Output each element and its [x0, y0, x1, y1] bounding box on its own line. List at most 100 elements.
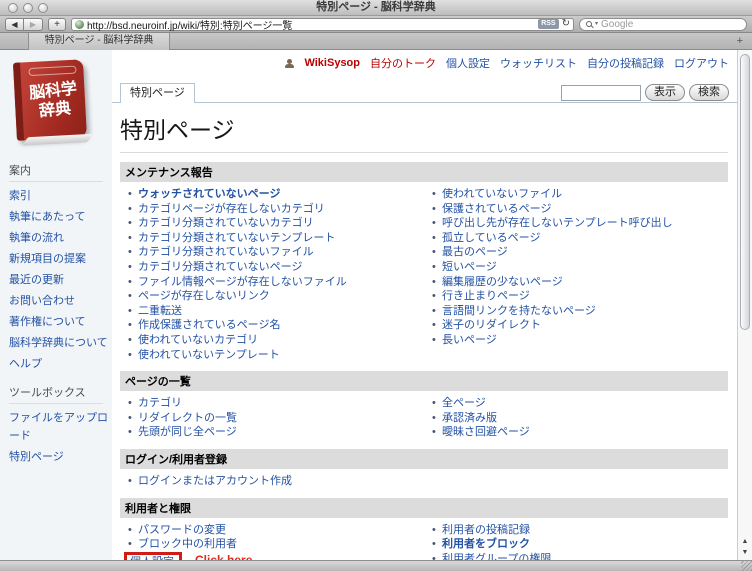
rss-button[interactable]: RSS	[538, 19, 558, 29]
list-item: 迷子のリダイレクト	[432, 318, 728, 333]
browser-tab[interactable]: 特別ページ - 脳科学辞典	[28, 33, 170, 50]
scroll-up-icon[interactable]: ▲	[738, 537, 752, 547]
sidebar-link-新規項目の提案[interactable]: 新規項目の提案	[9, 253, 86, 265]
list-item: 二重転送	[128, 304, 424, 319]
special-link-最古のページ[interactable]: 最古のページ	[442, 246, 508, 258]
list-item: 保護されているページ	[432, 202, 728, 217]
sidebar-link-お問い合わせ[interactable]: お問い合わせ	[9, 295, 75, 307]
special-link-リダイレクトの一覧[interactable]: リダイレクトの一覧	[138, 412, 237, 424]
special-link-使われていないテンプレート[interactable]: 使われていないテンプレート	[138, 349, 280, 361]
special-link-迷子のリダイレクト[interactable]: 迷子のリダイレクト	[442, 319, 541, 331]
sidebar-link-脳科学辞典について[interactable]: 脳科学辞典について	[9, 337, 108, 349]
url-text[interactable]: http://bsd.neuroinf.jp/wiki/特別:特別ページ一覧	[87, 17, 535, 32]
sidebar-link-執筆にあたって[interactable]: 執筆にあたって	[9, 211, 85, 223]
special-link-編集履歴の少ないページ[interactable]: 編集履歴の少ないページ	[442, 276, 563, 288]
list-item: カテゴリ分類されていないファイル	[128, 245, 424, 260]
personal-link-WikiSysop[interactable]: WikiSysop	[304, 57, 360, 69]
special-link-利用者グループの権限[interactable]: 利用者グループの権限	[442, 553, 551, 560]
list-item: 利用者の投稿記録	[432, 523, 728, 538]
special-link-使われていないファイル[interactable]: 使われていないファイル	[442, 188, 562, 200]
special-link-曖昧さ回避ページ[interactable]: 曖昧さ回避ページ	[442, 426, 530, 438]
scroll-down-icon[interactable]: ▼	[738, 548, 752, 558]
sidebar-link-著作権について[interactable]: 著作権について	[9, 316, 86, 328]
special-link-短いページ[interactable]: 短いページ	[442, 261, 497, 273]
address-bar[interactable]: http://bsd.neuroinf.jp/wiki/特別:特別ページ一覧 R…	[71, 18, 574, 31]
search-engine-caret-icon[interactable]: ▾	[595, 21, 598, 27]
personal-link-自分の投稿記録[interactable]: 自分の投稿記録	[587, 55, 664, 71]
special-link-作成保護されているページ名[interactable]: 作成保護されているページ名	[138, 319, 280, 331]
add-bookmark-button[interactable]: +	[48, 18, 66, 31]
browser-search-field[interactable]: ▾ Google	[579, 18, 747, 31]
special-link-二重転送[interactable]: 二重転送	[138, 305, 182, 317]
wiki-search-input[interactable]	[561, 85, 641, 101]
special-link-保護されているページ[interactable]: 保護されているページ	[442, 203, 551, 215]
special-link-ブロック中の利用者[interactable]: ブロック中の利用者	[138, 538, 237, 550]
zoom-window-button[interactable]	[38, 3, 48, 13]
special-link-ウォッチされていないページ[interactable]: ウォッチされていないページ	[138, 188, 280, 200]
sidebar-link-執筆の流れ[interactable]: 執筆の流れ	[9, 232, 64, 244]
list-item: 利用者をブロック	[432, 537, 728, 552]
sidebar-link-ヘルプ[interactable]: ヘルプ	[9, 358, 42, 370]
forward-button[interactable]: ▶	[24, 18, 43, 31]
special-link-カテゴリ分類されていないカテゴリ[interactable]: カテゴリ分類されていないカテゴリ	[138, 217, 314, 229]
close-window-button[interactable]	[8, 3, 18, 13]
special-link-先頭が同じ全ページ[interactable]: 先頭が同じ全ページ	[138, 426, 237, 438]
special-link-承認済み版[interactable]: 承認済み版	[442, 412, 497, 424]
special-link-孤立しているページ[interactable]: 孤立しているページ	[442, 232, 540, 244]
special-link-カテゴリ[interactable]: カテゴリ	[138, 397, 182, 409]
special-link-カテゴリ分類されていないファイル[interactable]: カテゴリ分類されていないファイル	[138, 246, 314, 258]
special-link-長いページ[interactable]: 長いページ	[442, 334, 497, 346]
list-item: 先頭が同じ全ページ	[128, 425, 424, 440]
search-placeholder[interactable]: Google	[601, 19, 633, 30]
special-link-カテゴリ分類されていないページ[interactable]: カテゴリ分類されていないページ	[138, 261, 302, 273]
list-item: 承認済み版	[432, 411, 728, 426]
special-list-left: パスワードの変更ブロック中の利用者個人設定Click here利用者の一覧利用者…	[120, 523, 424, 561]
personal-link-自分のトーク[interactable]: 自分のトーク	[370, 55, 436, 71]
sidebar-link-最近の更新[interactable]: 最近の更新	[9, 274, 64, 286]
special-link-全ページ[interactable]: 全ページ	[442, 397, 486, 409]
list-item: リダイレクトの一覧	[128, 411, 424, 426]
special-list-left: カテゴリリダイレクトの一覧先頭が同じ全ページ	[120, 396, 424, 440]
sidebar-link-特別ページ[interactable]: 特別ページ	[9, 451, 64, 463]
special-list-left: ウォッチされていないページカテゴリページが存在しないカテゴリカテゴリ分類されてい…	[120, 187, 424, 362]
wiki-content: WikiSysop自分のトーク個人設定ウォッチリスト自分の投稿記録ログアウト 特…	[112, 50, 737, 560]
special-link-パスワードの変更[interactable]: パスワードの変更	[138, 524, 226, 536]
sidebar-item: ファイルをアップロード	[9, 408, 112, 444]
list-item: 言語間リンクを持たないページ	[432, 304, 728, 319]
reload-icon[interactable]: ↻	[562, 19, 570, 29]
back-button[interactable]: ◀	[5, 18, 24, 31]
personal-link-個人設定[interactable]: 個人設定	[446, 55, 490, 71]
special-link-使われていないカテゴリ[interactable]: 使われていないカテゴリ	[138, 334, 258, 346]
sidebar-link-ファイルをアップロード[interactable]: ファイルをアップロード	[9, 412, 108, 442]
special-link-ページが存在しないリンク[interactable]: ページが存在しないリンク	[138, 290, 270, 302]
special-link-呼び出し先が存在しないテンプレート呼び出し[interactable]: 呼び出し先が存在しないテンプレート呼び出し	[442, 217, 673, 229]
sidebar-link-索引[interactable]: 索引	[9, 190, 31, 202]
special-link-利用者をブロック[interactable]: 利用者をブロック	[442, 538, 530, 550]
special-link-言語間リンクを持たないページ[interactable]: 言語間リンクを持たないページ	[442, 305, 596, 317]
vertical-scrollbar[interactable]: ▲ ▼	[737, 50, 752, 560]
list-item: カテゴリ分類されていないテンプレート	[128, 231, 424, 246]
special-link-利用者の投稿記録[interactable]: 利用者の投稿記録	[442, 524, 530, 536]
special-link-ファイル情報ページが存在しないファイル[interactable]: ファイル情報ページが存在しないファイル	[138, 276, 347, 288]
section-columns: カテゴリリダイレクトの一覧先頭が同じ全ページ 全ページ承認済み版曖昧さ回避ページ	[120, 396, 728, 440]
personal-link-ウォッチリスト[interactable]: ウォッチリスト	[500, 55, 577, 71]
special-link-ログインまたはアカウント作成[interactable]: ログインまたはアカウント作成	[138, 475, 292, 487]
special-link-行き止まりページ[interactable]: 行き止まりページ	[442, 290, 530, 302]
resize-grip[interactable]	[741, 560, 752, 571]
section-heading: 利用者と権限	[120, 498, 728, 518]
wiki-logo[interactable]: 脳科学 辞典	[9, 58, 101, 150]
sidebar-item: お問い合わせ	[9, 291, 112, 309]
section-heading: ページの一覧	[120, 371, 728, 391]
personal-link-ログアウト[interactable]: ログアウト	[674, 55, 729, 71]
highlight-box: 個人設定	[124, 552, 182, 560]
go-button[interactable]: 表示	[645, 84, 685, 101]
new-tab-button[interactable]: +	[737, 33, 743, 49]
scrollbar-thumb[interactable]	[740, 54, 750, 330]
special-link-カテゴリ分類されていないテンプレート[interactable]: カテゴリ分類されていないテンプレート	[138, 232, 335, 244]
sidebar-item: 新規項目の提案	[9, 249, 112, 267]
special-link-カテゴリページが存在しないカテゴリ[interactable]: カテゴリページが存在しないカテゴリ	[138, 203, 325, 215]
page-tab-special[interactable]: 特別ページ	[120, 83, 195, 103]
search-button[interactable]: 検索	[689, 84, 729, 101]
minimize-window-button[interactable]	[23, 3, 33, 13]
window-controls	[8, 3, 48, 13]
